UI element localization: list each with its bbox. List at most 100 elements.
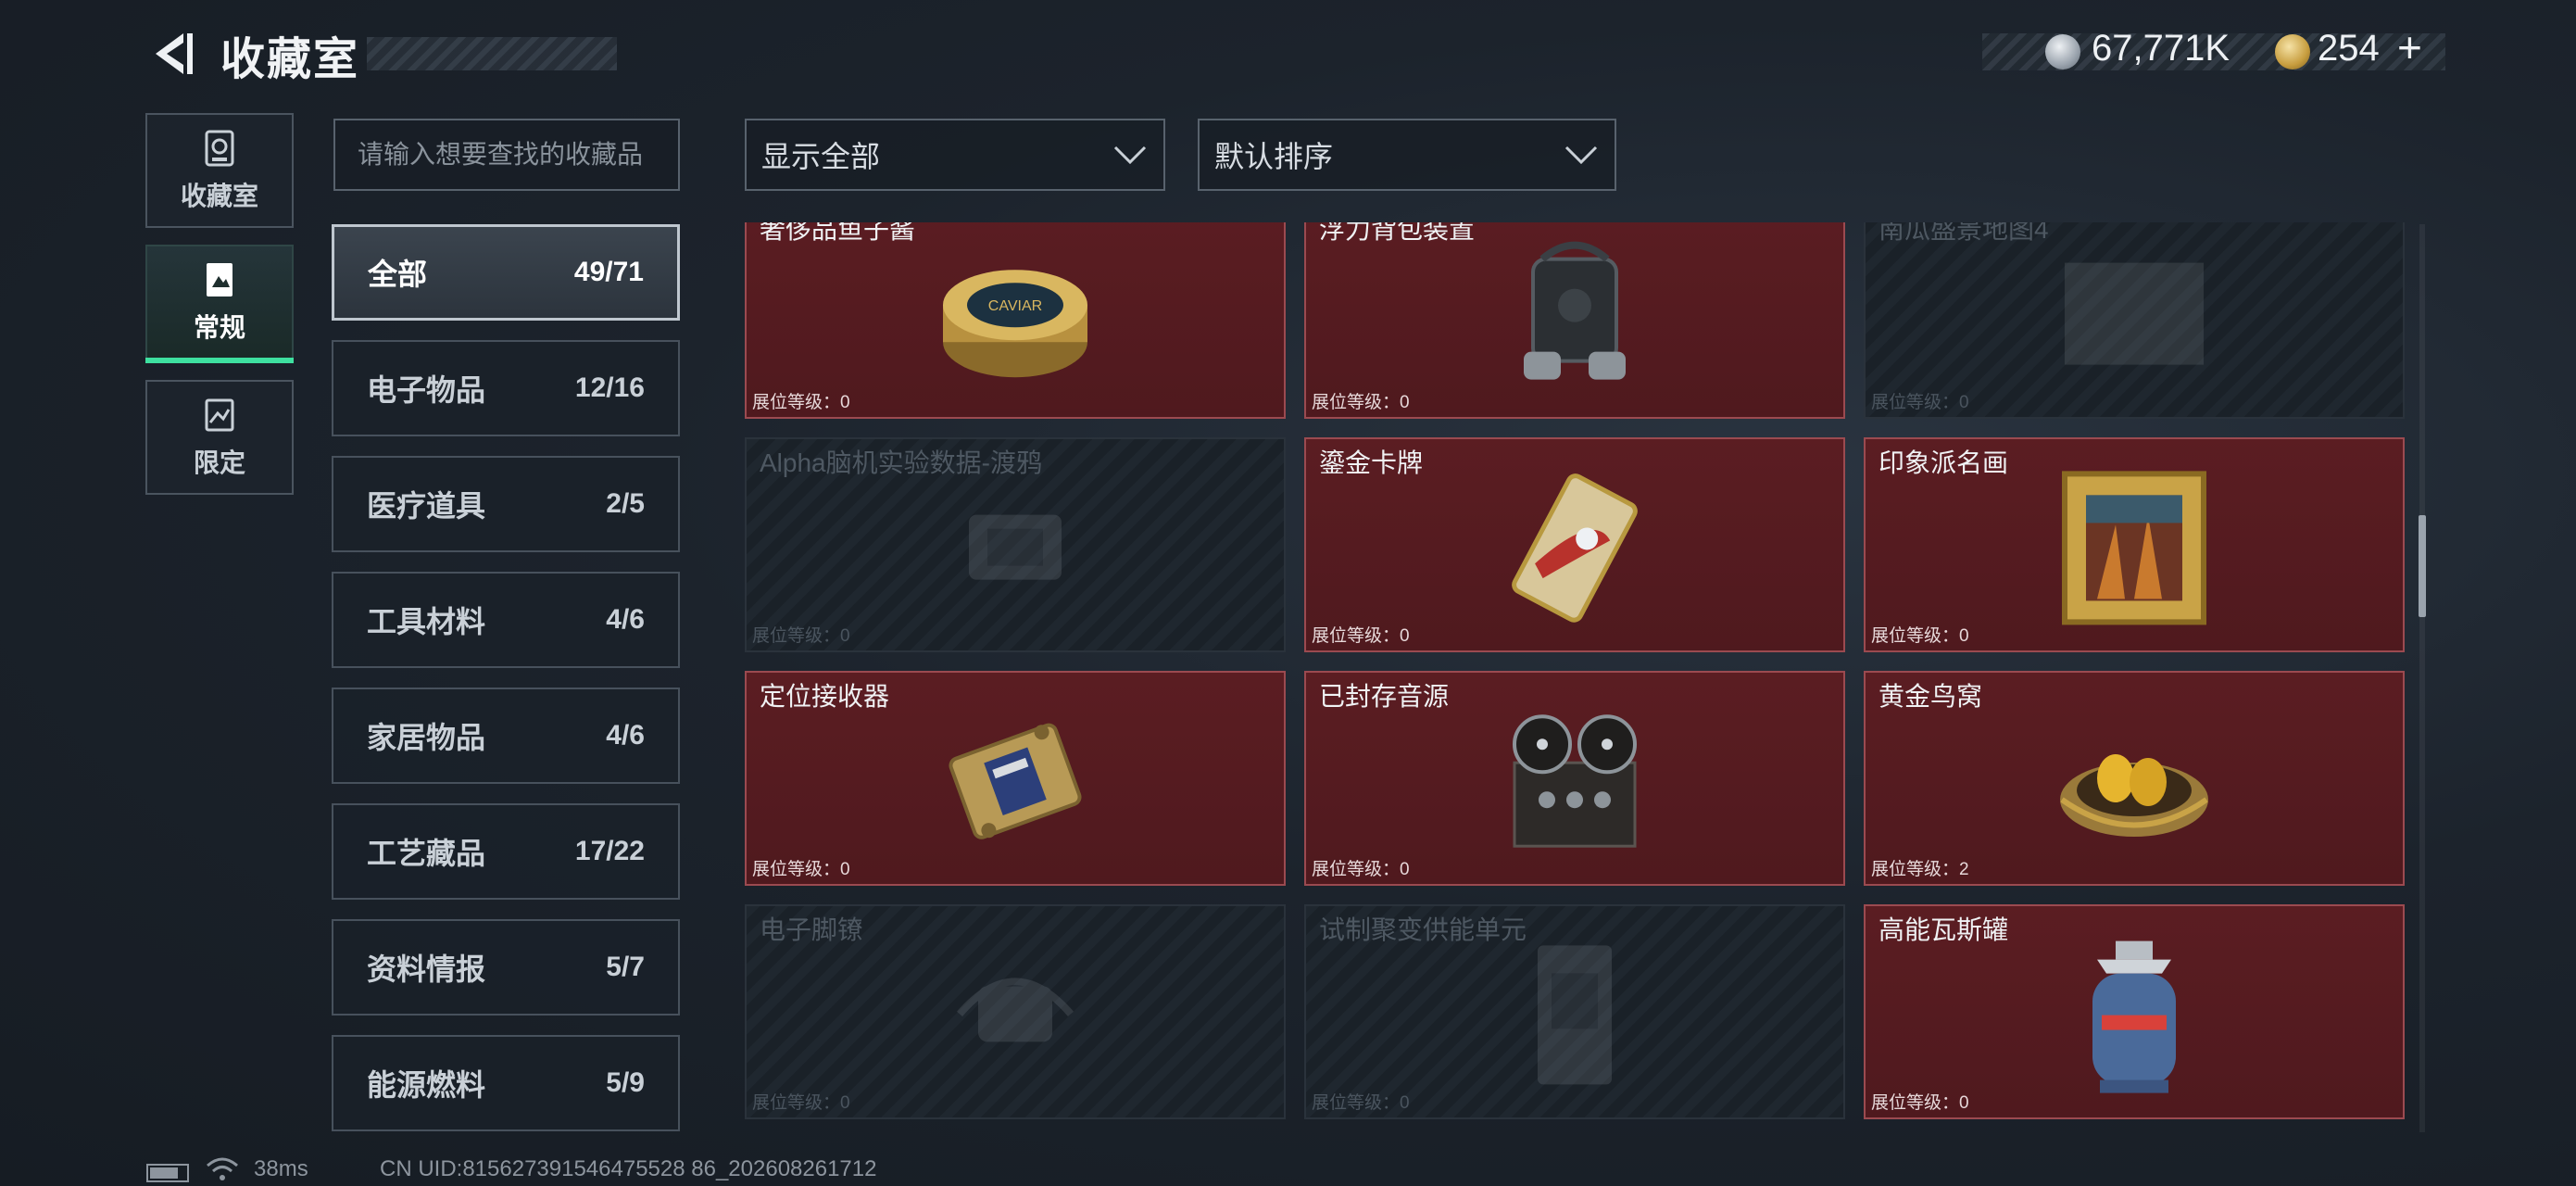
category-all[interactable]: 全部 49/71 [332, 224, 680, 321]
booth-level: 展位等级：0 [752, 860, 850, 879]
booth-level: 展位等级：0 [1312, 860, 1410, 879]
framed-painting-icon [2062, 471, 2206, 625]
booth-level: 展位等级：2 [1871, 860, 1969, 879]
category-tools[interactable]: 工具材料 4/6 [332, 572, 680, 668]
golden-nest-icon [2060, 754, 2208, 837]
booth-level: 展位等级：0 [1871, 626, 1969, 646]
nav-limited[interactable]: 限定 [145, 380, 294, 495]
item-name: 电子脚镣 [760, 915, 864, 944]
search-input[interactable] [333, 119, 680, 191]
category-medical[interactable]: 医疗道具 2/5 [332, 456, 680, 552]
caviar-tin-icon: CAVIAR [943, 270, 1087, 378]
item-card-gilded-card[interactable]: 鎏金卡牌 展位等级：0 [1304, 437, 1845, 652]
booth-level: 展位等级：0 [1312, 1093, 1410, 1113]
category-count: 4/6 [606, 720, 645, 751]
svg-text:CAVIAR: CAVIAR [988, 298, 1042, 314]
scrollbar-track[interactable] [2419, 224, 2425, 1132]
category-name: 家居物品 [367, 721, 486, 754]
nav-collection-room[interactable]: 收藏室 [145, 113, 294, 228]
title-decoration [367, 37, 617, 70]
silver-coin-icon [2045, 34, 2080, 69]
collection-room-icon [205, 130, 234, 167]
category-name: 工艺藏品 [367, 837, 486, 870]
nav-label: 收藏室 [180, 182, 258, 210]
item-name: 鎏金卡牌 [1319, 448, 1424, 477]
ankle-monitor-icon [956, 978, 1074, 1042]
item-card-golden-nest[interactable]: 黄金鸟窝 展位等级：2 [1864, 671, 2405, 886]
item-name: 奢侈品鱼子酱 [760, 222, 916, 244]
gold-currency-value: 254 [2318, 28, 2380, 69]
gold-coin-icon [2275, 34, 2310, 69]
category-count: 17/22 [574, 836, 645, 866]
category-name: 资料情报 [367, 953, 486, 986]
booth-level: 展位等级：0 [752, 1093, 850, 1113]
item-card-painting[interactable]: 印象派名画 展位等级：0 [1864, 437, 2405, 652]
booth-level: 展位等级：0 [1312, 393, 1410, 412]
item-name: 高能瓦斯罐 [1879, 915, 2009, 944]
item-name: 印象派名画 [1879, 448, 2009, 477]
active-nav-indicator [145, 358, 294, 363]
fusion-unit-icon [1538, 945, 1612, 1085]
booth-level: 展位等级：0 [1312, 626, 1410, 646]
item-card-alpha-data[interactable]: Alpha脑机实验数据-渡鸦 展位等级：0 [745, 437, 1286, 652]
item-card-fusion-unit[interactable]: 试制聚变供能单元 展位等级：0 [1304, 904, 1845, 1119]
category-fuel[interactable]: 能源燃料 5/9 [332, 1035, 680, 1131]
item-name: 试制聚变供能单元 [1319, 915, 1527, 944]
sort-dropdown[interactable]: 默认排序 [1198, 119, 1616, 191]
gas-canister-icon [2092, 940, 2176, 1093]
reel-recorder-icon [1513, 714, 1637, 848]
item-card-map[interactable]: 南瓜盛景地图4 展位等级：0 [1864, 222, 2405, 419]
item-name: 已封存音源 [1319, 682, 1450, 711]
item-card-gas-canister[interactable]: 高能瓦斯罐 展位等级：0 [1864, 904, 2405, 1119]
dropdown-value: 默认排序 [1214, 140, 1334, 173]
category-count: 49/71 [573, 257, 644, 287]
data-drive-icon [969, 514, 1062, 580]
category-name: 电子物品 [367, 373, 486, 407]
category-crafts[interactable]: 工艺藏品 17/22 [332, 803, 680, 900]
wifi-icon [207, 1157, 238, 1180]
booth-level: 展位等级：0 [1871, 1093, 1969, 1113]
booth-level: 展位等级：0 [752, 393, 850, 412]
item-card-receiver[interactable]: 定位接收器 展位等级：0 [745, 671, 1286, 886]
chevron-down-icon [1113, 145, 1147, 165]
category-electronics[interactable]: 电子物品 12/16 [332, 340, 680, 436]
nav-label: 限定 [193, 448, 245, 477]
item-card-device[interactable]: 浮力背包装置 展位等级：0 [1304, 222, 1845, 419]
item-name: 定位接收器 [760, 682, 890, 711]
back-arrow-icon[interactable] [146, 28, 198, 80]
dropdown-value: 显示全部 [761, 140, 881, 173]
booth-level: 展位等级：0 [1871, 393, 1969, 412]
category-name: 能源燃料 [367, 1068, 486, 1102]
category-household[interactable]: 家居物品 4/6 [332, 688, 680, 784]
booth-level: 展位等级：0 [752, 626, 850, 646]
category-intel[interactable]: 资料情报 5/7 [332, 919, 680, 1016]
nav-regular[interactable]: 常规 [145, 245, 294, 360]
category-count: 5/7 [606, 952, 645, 982]
silver-currency-value: 67,771K [2092, 28, 2230, 69]
map-icon [2065, 262, 2204, 365]
user-uid: CN UID:815627391546475528 86_20260826171… [380, 1156, 877, 1181]
item-card-reel-recorder[interactable]: 已封存音源 展位等级：0 [1304, 671, 1845, 886]
item-name: Alpha脑机实验数据-渡鸦 [760, 448, 1042, 477]
item-grid: 奢侈品鱼子酱 CAVIAR 展位等级：0 浮力背包装置 展位等级：0 南瓜盛景地… [741, 222, 2408, 1140]
add-currency-button[interactable]: + [2397, 22, 2422, 72]
category-name: 全部 [368, 258, 428, 291]
category-count: 4/6 [606, 604, 645, 635]
item-card-caviar[interactable]: 奢侈品鱼子酱 CAVIAR 展位等级：0 [745, 222, 1286, 419]
item-card-ankle-monitor[interactable]: 电子脚镣 展位等级：0 [745, 904, 1286, 1119]
item-name: 浮力背包装置 [1319, 222, 1476, 244]
item-name: 黄金鸟窝 [1879, 682, 1983, 711]
scrollbar-thumb[interactable] [2419, 515, 2426, 617]
category-name: 工具材料 [367, 605, 486, 638]
gilded-card-icon [1512, 473, 1638, 623]
battery-icon [146, 1164, 189, 1182]
page-title: 收藏室 [220, 35, 360, 84]
regular-icon [207, 263, 232, 296]
category-count: 5/9 [606, 1067, 645, 1098]
display-filter-dropdown[interactable]: 显示全部 [745, 119, 1165, 191]
locator-receiver-icon [949, 723, 1082, 839]
chevron-down-icon [1564, 145, 1598, 165]
category-count: 12/16 [574, 372, 645, 403]
ping-value: 38ms [254, 1156, 308, 1181]
item-name: 南瓜盛景地图4 [1879, 222, 2049, 244]
